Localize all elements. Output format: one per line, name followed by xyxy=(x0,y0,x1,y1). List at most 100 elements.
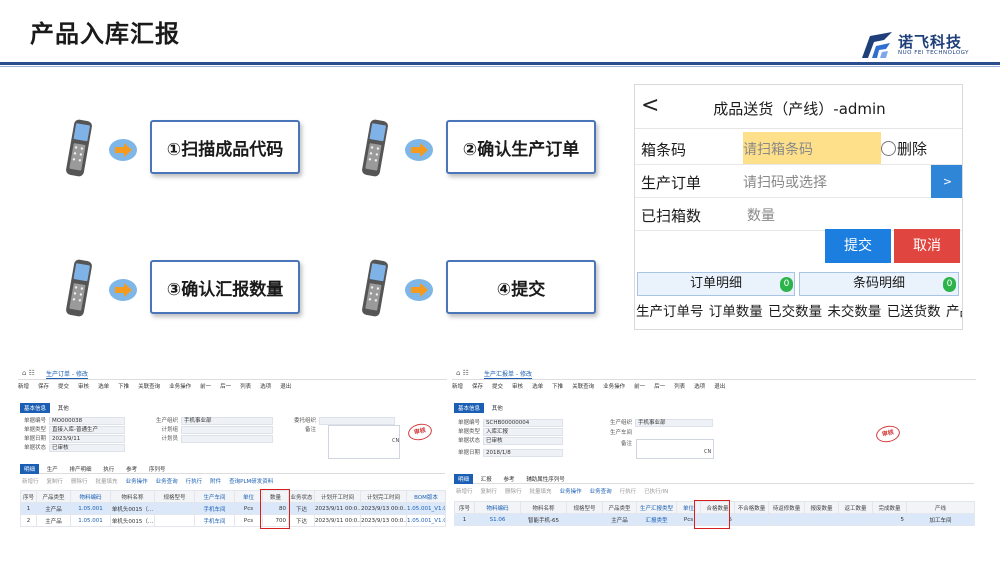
row-tool[interactable]: 行执行 xyxy=(186,477,203,485)
toolbar-item[interactable]: 关联查询 xyxy=(572,382,594,390)
submit-button[interactable]: 提交 xyxy=(825,229,891,263)
toolbar-item[interactable]: 新增 xyxy=(18,382,29,390)
row-tool[interactable]: 行执行 xyxy=(620,487,637,495)
column-header[interactable]: 生产汇报类型 xyxy=(636,501,677,514)
column-header[interactable]: 物料编码 xyxy=(474,501,521,514)
tab-aux-serial[interactable]: 辅助属性序列号 xyxy=(522,474,569,484)
row-tool[interactable]: 业务查询 xyxy=(590,487,612,495)
toolbar-item[interactable]: 选单 xyxy=(532,382,543,390)
toolbar-item[interactable]: 退出 xyxy=(714,382,725,390)
column-header[interactable]: 物料名称 xyxy=(110,490,155,503)
row-tool[interactable]: 复制行 xyxy=(481,487,498,495)
table-cell: Pcs xyxy=(234,514,263,527)
row-tool[interactable]: 已执行/IN xyxy=(644,487,668,495)
toolbar-item[interactable]: 提交 xyxy=(492,382,503,390)
row-tool[interactable]: 附件 xyxy=(210,477,221,485)
toolbar-item[interactable]: 保存 xyxy=(38,382,49,390)
tab-barcode-detail[interactable]: 条码明细 0 xyxy=(799,272,959,296)
toolbar-item[interactable]: 下推 xyxy=(118,382,129,390)
toolbar-item[interactable]: 新增 xyxy=(452,382,463,390)
column-header[interactable]: 产品类型 xyxy=(602,501,637,514)
toolbar-item[interactable]: 前一 xyxy=(634,382,645,390)
toolbar-item[interactable]: 提交 xyxy=(58,382,69,390)
toolbar-item[interactable]: 审核 xyxy=(512,382,523,390)
tab-basic-info[interactable]: 基本信息 xyxy=(20,403,51,413)
tab-detail[interactable]: 明细 xyxy=(20,464,40,474)
toolbar-item[interactable]: 后一 xyxy=(220,382,231,390)
tab-serial[interactable]: 序列号 xyxy=(145,464,170,474)
row-tool[interactable]: 新增行 xyxy=(22,477,39,485)
toolbar-item[interactable]: 选项 xyxy=(260,382,271,390)
row-tool[interactable]: 删除行 xyxy=(505,487,522,495)
toolbar-item[interactable]: 列表 xyxy=(240,382,251,390)
column-header[interactable]: 报废数量 xyxy=(804,501,839,514)
toolbar-item[interactable]: 选项 xyxy=(694,382,705,390)
column-header[interactable]: 物料编码 xyxy=(70,490,111,503)
tab-reference[interactable]: 参考 xyxy=(122,464,141,474)
toolbar-item[interactable]: 后一 xyxy=(654,382,665,390)
remark-textarea[interactable] xyxy=(328,425,400,459)
column-header[interactable]: 序号 xyxy=(454,501,475,514)
column-header[interactable]: 完成数量 xyxy=(872,501,907,514)
column-header[interactable]: 不合格数量 xyxy=(734,501,769,514)
table-row[interactable]: 2 主产品 1.05.001 单机头0015（... 手机车间 Pcs 700 下达 2023/… xyxy=(20,514,446,527)
tab-report[interactable]: 汇报 xyxy=(477,474,496,484)
remark-textarea[interactable] xyxy=(636,439,714,459)
tab-order-detail[interactable]: 订单明细 0 xyxy=(637,272,795,296)
column-header[interactable]: 计划完工时间 xyxy=(360,490,407,503)
row-tool[interactable]: 新增行 xyxy=(456,487,473,495)
tab-execution[interactable]: 执行 xyxy=(99,464,118,474)
toolbar-item[interactable]: 关联查询 xyxy=(138,382,160,390)
tab-detail[interactable]: 明细 xyxy=(454,474,474,484)
home-icon[interactable]: ⌂ ☷ xyxy=(456,369,469,377)
toolbar-item[interactable]: 保存 xyxy=(472,382,483,390)
row-tool[interactable]: 业务操作 xyxy=(560,487,582,495)
tab-production[interactable]: 生产 xyxy=(43,464,62,474)
row-tool[interactable]: 批量填充 xyxy=(96,477,118,485)
column-header[interactable]: 序号 xyxy=(20,490,37,503)
row-tool[interactable]: 业务操作 xyxy=(126,477,148,485)
toolbar-item[interactable]: 业务操作 xyxy=(169,382,191,390)
row-tool[interactable]: 查询PLM研发资料 xyxy=(229,477,273,485)
tab-schedule-detail[interactable]: 排产明细 xyxy=(66,464,96,474)
toolbar-item[interactable]: 选单 xyxy=(98,382,109,390)
cancel-button[interactable]: 取消 xyxy=(894,229,960,263)
column-header[interactable]: 单位 xyxy=(234,490,263,503)
home-icon[interactable]: ⌂ ☷ xyxy=(22,369,35,377)
toolbar-item[interactable]: 退出 xyxy=(280,382,291,390)
column-header[interactable]: 待返修数量 xyxy=(768,501,805,514)
column-header[interactable]: 规格型号 xyxy=(566,501,603,514)
toolbar-item[interactable]: 业务操作 xyxy=(603,382,625,390)
toolbar-item[interactable]: 审核 xyxy=(78,382,89,390)
column-header[interactable]: 产品类型 xyxy=(36,490,71,503)
column-header[interactable]: 物料名称 xyxy=(520,501,567,514)
tab-other[interactable]: 其他 xyxy=(488,403,507,413)
column-header[interactable]: 生产车间 xyxy=(194,490,235,503)
column-header[interactable]: 计划开工时间 xyxy=(314,490,361,503)
production-order-input[interactable]: 请扫码或选择 xyxy=(743,165,827,197)
toolbar-item[interactable]: 列表 xyxy=(674,382,685,390)
select-order-button[interactable]: > xyxy=(931,165,962,198)
table-cell: 手机车间 xyxy=(194,514,235,527)
column-header[interactable]: 产线 xyxy=(906,501,975,514)
scanned-count-input[interactable]: 数量 xyxy=(747,198,775,230)
barcode-input[interactable]: 请扫箱条码 xyxy=(743,132,881,164)
column-header[interactable]: 规格型号 xyxy=(154,490,195,503)
erp-tab-production-order[interactable]: 生产订单 - 修改 xyxy=(46,369,88,379)
row-tool[interactable]: 业务查询 xyxy=(156,477,178,485)
column-header[interactable]: 业务状态 xyxy=(288,490,315,503)
erp-tab-production-report[interactable]: 生产汇报单 - 修改 xyxy=(484,369,532,379)
table-row[interactable]: 1 主产品 1.05.001 单机头0015（... 手机车间 Pcs 80 下达 2023/9… xyxy=(20,502,446,515)
tab-reference[interactable]: 参考 xyxy=(500,474,519,484)
column-header[interactable]: 返工数量 xyxy=(838,501,873,514)
row-tool[interactable]: 复制行 xyxy=(47,477,64,485)
toolbar-item[interactable]: 前一 xyxy=(200,382,211,390)
tab-other[interactable]: 其他 xyxy=(54,403,73,413)
delete-toggle[interactable]: 删除 xyxy=(881,138,927,159)
radio-icon xyxy=(881,141,896,156)
toolbar-item[interactable]: 下推 xyxy=(552,382,563,390)
row-tool[interactable]: 批量填充 xyxy=(530,487,552,495)
column-header[interactable]: BOM版本 xyxy=(406,490,446,503)
tab-basic-info[interactable]: 基本信息 xyxy=(454,403,485,413)
row-tool[interactable]: 删除行 xyxy=(71,477,88,485)
